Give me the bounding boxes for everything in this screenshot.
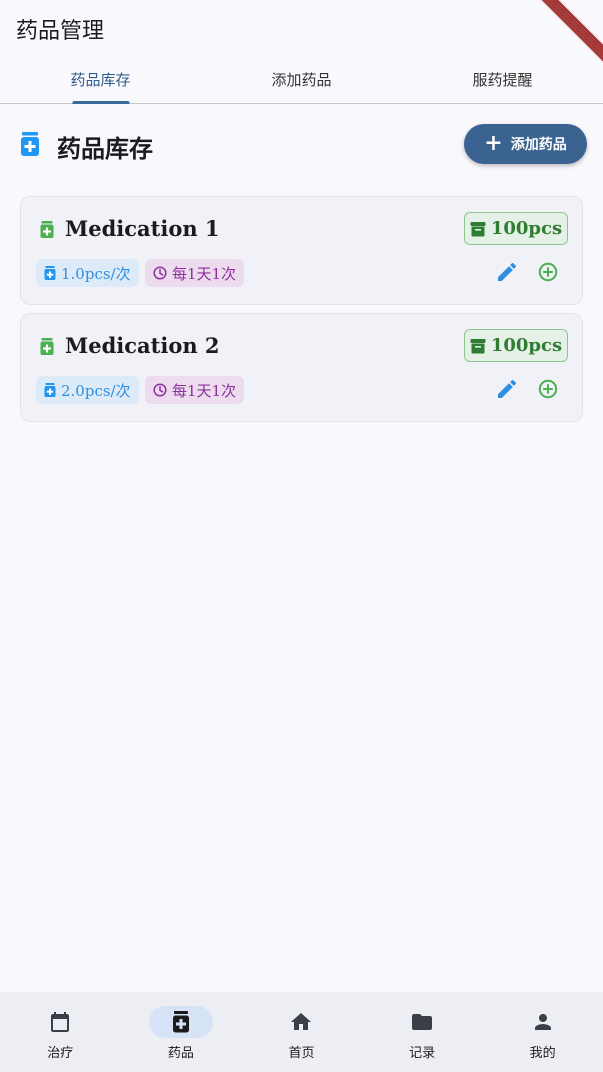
clock-icon [153,266,167,280]
frequency-chip: 每1天1次 [145,376,245,404]
medication-icon [21,132,39,156]
medication-name: Medication 2 [65,333,220,358]
folder-icon [412,1014,433,1030]
nav-item-medication[interactable]: 药品 [121,992,242,1072]
tab-reminders[interactable]: 服药提醒 [402,58,603,103]
tab-bar: 药品库存 添加药品 服药提醒 [0,58,603,104]
dose-text: 2.0pcs/次 [61,381,131,400]
stock-value: 100pcs [490,335,563,356]
edit-icon[interactable] [495,377,519,401]
medication-icon [40,221,54,238]
add-circle-icon[interactable] [536,260,560,284]
frequency-chip: 每1天1次 [145,259,245,287]
tab-add-medication[interactable]: 添加药品 [201,58,402,103]
add-circle-icon[interactable] [536,377,560,401]
medication-icon [172,1011,189,1033]
medication-icon [44,266,56,280]
frequency-text: 每1天1次 [172,381,237,400]
dose-chip: 1.0pcs/次 [36,259,139,287]
medication-icon [40,338,54,355]
inventory-box-icon [470,338,486,353]
nav-label-profile: 我的 [529,1046,556,1061]
nav-label-records: 记录 [409,1046,436,1061]
dose-text: 1.0pcs/次 [61,264,131,283]
dose-chip: 2.0pcs/次 [36,376,139,404]
nav-label-medication: 药品 [167,1046,194,1061]
bottom-navigation: 治疗 药品 首页 记录 我的 [0,992,603,1072]
section-title: 药品库存 [57,134,153,163]
tab-inventory[interactable]: 药品库存 [0,58,201,103]
medication-card[interactable]: Medication 2 100pcs 2.0pcs/次 每1天1次 [20,313,583,422]
medication-card[interactable]: Medication 1 100pcs 1.0pcs/次 每1天1次 [20,196,583,305]
nav-label-home: 首页 [288,1046,315,1061]
medication-name: Medication 1 [65,216,220,241]
add-medication-button[interactable]: + 添加药品 [464,124,587,164]
person-icon [534,1014,551,1030]
stock-value: 100pcs [490,218,563,239]
edit-icon[interactable] [495,260,519,284]
section-header: 药品库存 + 添加药品 [0,124,603,168]
nav-item-treatment[interactable]: 治疗 [0,992,121,1072]
home-icon [291,1013,312,1030]
clock-icon [153,383,167,397]
nav-item-home[interactable]: 首页 [241,992,362,1072]
frequency-text: 每1天1次 [172,264,237,283]
nav-item-records[interactable]: 记录 [362,992,483,1072]
app-bar: 药品管理 [0,0,603,70]
plus-icon: + [484,130,503,156]
nav-label-treatment: 治疗 [47,1046,74,1061]
app-title: 药品管理 [16,19,105,44]
inventory-box-icon [470,221,486,236]
stock-badge: 100pcs [464,212,568,245]
nav-item-profile[interactable]: 我的 [482,992,603,1072]
medication-icon [44,383,56,397]
stock-badge: 100pcs [464,329,568,362]
add-medication-label: 添加药品 [510,137,567,153]
calendar-icon [51,1012,70,1032]
